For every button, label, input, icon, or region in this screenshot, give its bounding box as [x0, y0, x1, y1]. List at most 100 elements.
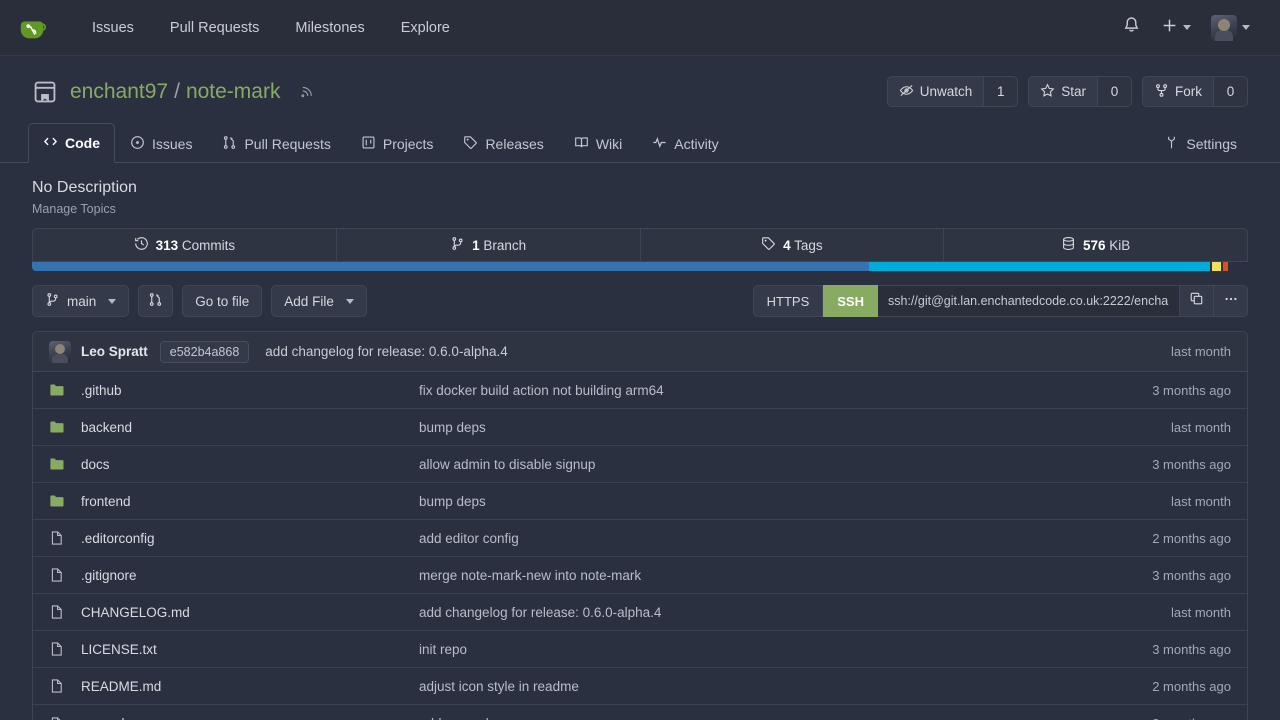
nav-link-issues[interactable]: Issues: [74, 12, 152, 44]
top-navbar: Issues Pull Requests Milestones Explore: [0, 0, 1280, 56]
fork-icon: [1154, 83, 1169, 101]
clone-https-button[interactable]: HTTPS: [752, 285, 824, 317]
file-time: 3 months ago: [1152, 456, 1231, 472]
folder-icon: [49, 456, 69, 472]
star-count[interactable]: 0: [1097, 77, 1131, 106]
stat-commits-value: 313: [155, 237, 179, 253]
file-time: 3 months ago: [1152, 382, 1231, 398]
stat-branches-value: 1: [472, 237, 480, 253]
fork-button-group: Fork 0: [1142, 76, 1248, 107]
stat-commits-label: Commits: [181, 237, 236, 253]
tab-activity[interactable]: Activity: [637, 124, 733, 163]
file-commit-message[interactable]: bump deps: [419, 420, 1171, 435]
table-row[interactable]: README.md adjust icon style in readme 2 …: [33, 668, 1247, 705]
stat-size[interactable]: 576 KiB: [944, 229, 1247, 261]
file-time: 2 months ago: [1152, 678, 1231, 694]
commit-sha[interactable]: e582b4a868: [159, 340, 250, 363]
table-row[interactable]: LICENSE.txt init repo 3 months ago: [33, 631, 1247, 668]
file-commit-message[interactable]: merge note-mark-new into note-mark: [419, 568, 1152, 583]
file-commit-message[interactable]: adjust icon style in readme: [419, 679, 1152, 694]
stat-branches[interactable]: 1 Branch: [337, 229, 641, 261]
stat-tags[interactable]: 4 Tags: [641, 229, 945, 261]
file-name[interactable]: go.work: [81, 716, 419, 720]
add-file-button[interactable]: Add File: [271, 285, 367, 317]
file-name[interactable]: .gitignore: [81, 568, 419, 583]
eye-closed-icon: [899, 83, 914, 101]
language-segment-2: [1212, 262, 1221, 271]
git-pull-request-icon: [148, 292, 163, 310]
clone-more-button[interactable]: [1214, 285, 1248, 317]
branch-icon: [450, 236, 465, 254]
file-name[interactable]: frontend: [81, 494, 419, 509]
nav-link-pull-requests[interactable]: Pull Requests: [152, 12, 277, 44]
file-name[interactable]: backend: [81, 420, 419, 435]
file-commit-message[interactable]: add go.work: [419, 716, 1152, 720]
repo-header: enchant97 / note-mark Unwatch 1 Star 0 F…: [0, 56, 1280, 107]
file-name[interactable]: LICENSE.txt: [81, 642, 419, 657]
repo-name-link[interactable]: note-mark: [186, 80, 281, 104]
file-name[interactable]: CHANGELOG.md: [81, 605, 419, 620]
unwatch-button[interactable]: Unwatch: [887, 77, 984, 106]
tab-releases[interactable]: Releases: [448, 124, 558, 163]
tab-pull-requests[interactable]: Pull Requests: [207, 124, 345, 163]
repo-title: enchant97 / note-mark: [32, 79, 315, 105]
file-commit-message[interactable]: init repo: [419, 642, 1152, 657]
file-name[interactable]: docs: [81, 457, 419, 472]
file-name[interactable]: .github: [81, 383, 419, 398]
fork-button[interactable]: Fork: [1143, 77, 1213, 106]
clone-ssh-button[interactable]: SSH: [823, 285, 878, 317]
file-name[interactable]: README.md: [81, 679, 419, 694]
copy-url-button[interactable]: [1180, 285, 1214, 317]
file-commit-message[interactable]: add changelog for release: 0.6.0-alpha.4: [419, 605, 1171, 620]
tab-wiki[interactable]: Wiki: [559, 124, 637, 163]
pulse-icon: [652, 135, 667, 153]
project-icon: [361, 135, 376, 153]
star-label: Star: [1061, 84, 1086, 99]
table-row[interactable]: .gitignore merge note-mark-new into note…: [33, 557, 1247, 594]
nav-link-milestones[interactable]: Milestones: [277, 12, 382, 44]
tab-projects[interactable]: Projects: [346, 124, 449, 163]
fork-count[interactable]: 0: [1213, 77, 1247, 106]
stat-commits[interactable]: 313 Commits: [33, 229, 337, 261]
table-row[interactable]: .github fix docker build action not buil…: [33, 372, 1247, 409]
go-to-file-button[interactable]: Go to file: [182, 285, 263, 317]
file-name[interactable]: .editorconfig: [81, 531, 419, 546]
language-segment-0: [32, 262, 869, 271]
user-menu-button[interactable]: [1203, 9, 1258, 47]
table-row[interactable]: .editorconfig add editor config 2 months…: [33, 520, 1247, 557]
notifications-button[interactable]: [1114, 10, 1149, 46]
chevron-down-icon: [345, 298, 354, 304]
tag-icon: [761, 236, 776, 254]
star-button[interactable]: Star: [1029, 77, 1097, 106]
nav-link-explore[interactable]: Explore: [383, 12, 468, 44]
table-row[interactable]: frontend bump deps last month: [33, 483, 1247, 520]
tab-settings[interactable]: Settings: [1149, 124, 1252, 163]
file-time: 2 months ago: [1152, 530, 1231, 546]
watch-count[interactable]: 1: [983, 77, 1018, 106]
commit-author[interactable]: Leo Spratt: [81, 344, 148, 359]
tab-issues-label: Issues: [152, 136, 193, 152]
gitea-logo-icon[interactable]: [18, 13, 48, 43]
branch-selector-button[interactable]: main: [32, 285, 130, 317]
file-commit-message[interactable]: add editor config: [419, 531, 1152, 546]
table-row[interactable]: backend bump deps last month: [33, 409, 1247, 446]
table-row[interactable]: go.work add go.work 3 months ago: [33, 705, 1247, 720]
tab-code[interactable]: Code: [28, 123, 115, 163]
compare-branches-button[interactable]: [138, 285, 174, 317]
create-new-button[interactable]: [1153, 11, 1199, 45]
commit-message[interactable]: add changelog for release: 0.6.0-alpha.4: [265, 344, 507, 359]
file-commit-message[interactable]: allow admin to disable signup: [419, 457, 1152, 472]
stat-tags-value: 4: [783, 237, 791, 253]
tab-issues[interactable]: Issues: [115, 124, 207, 163]
table-row[interactable]: CHANGELOG.md add changelog for release: …: [33, 594, 1247, 631]
manage-topics-link[interactable]: Manage Topics: [32, 202, 116, 216]
tab-activity-label: Activity: [674, 136, 719, 152]
tag-icon: [463, 135, 478, 153]
stat-size-value: 576: [1082, 237, 1106, 253]
file-commit-message[interactable]: bump deps: [419, 494, 1171, 509]
rss-icon[interactable]: [300, 84, 315, 99]
repo-owner-link[interactable]: enchant97: [70, 80, 168, 104]
file-commit-message[interactable]: fix docker build action not building arm…: [419, 383, 1152, 398]
clone-url-input[interactable]: [878, 285, 1180, 317]
table-row[interactable]: docs allow admin to disable signup 3 mon…: [33, 446, 1247, 483]
